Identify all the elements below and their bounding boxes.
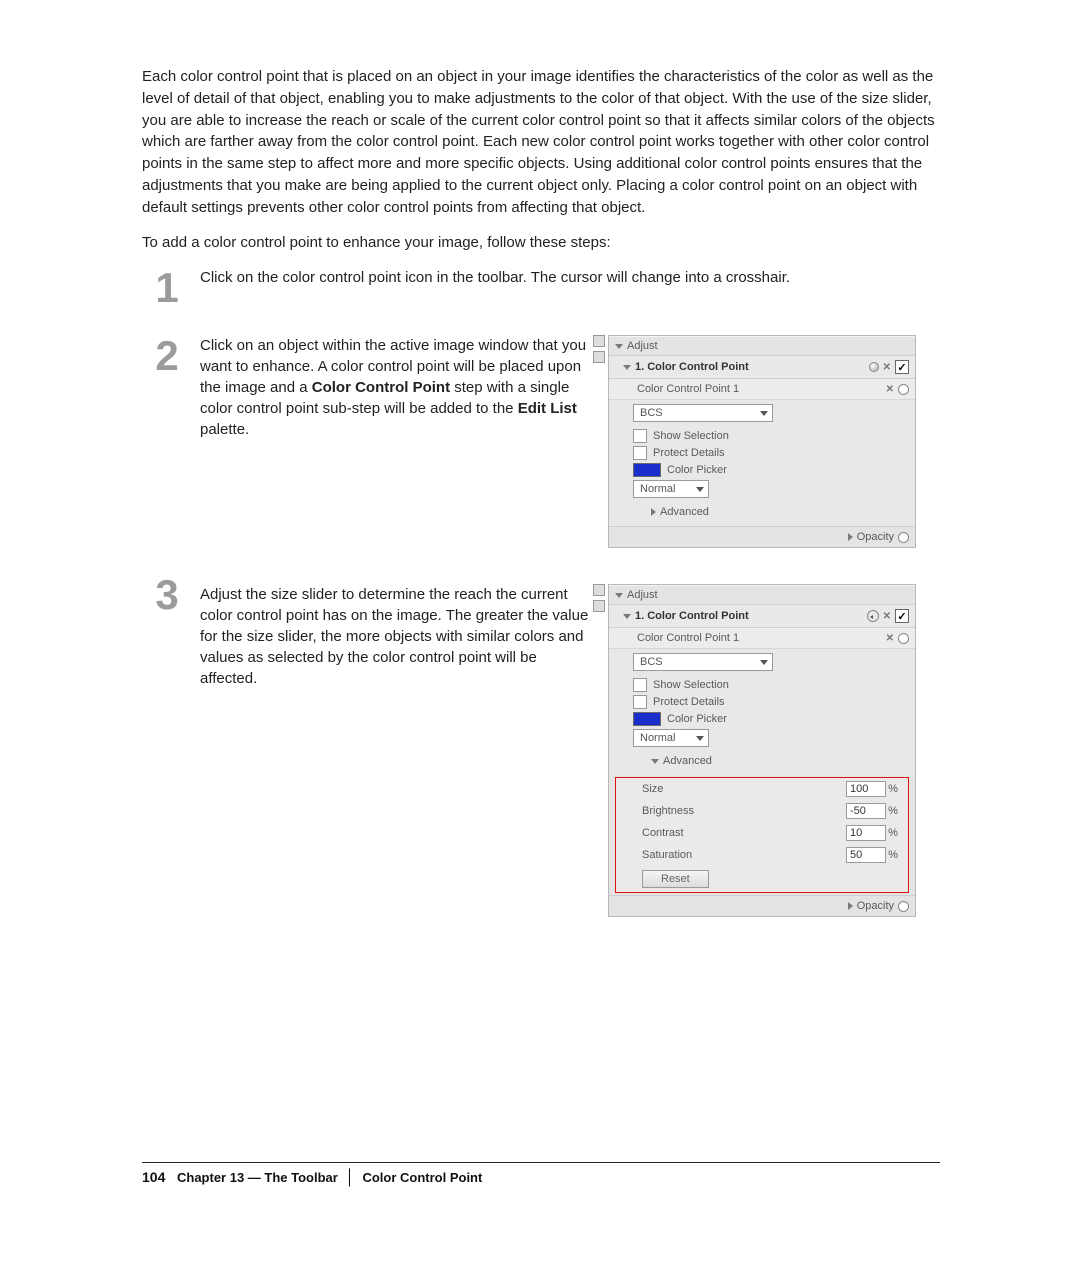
substep-radio-icon[interactable] — [898, 384, 909, 395]
brightness-input[interactable] — [846, 803, 886, 819]
substep-header[interactable]: Color Control Point 1 ✕ — [609, 379, 915, 400]
opacity-row[interactable]: Opacity — [609, 895, 915, 916]
mode-dropdown[interactable]: BCS — [633, 404, 773, 422]
disclosure-triangle-icon — [848, 533, 853, 541]
step-2: 2 Click on an object within the active i… — [142, 335, 940, 548]
step-text: Click on the color control point icon in… — [200, 267, 790, 288]
step-3: 3 Adjust the size slider to determine th… — [142, 574, 940, 917]
disclosure-triangle-icon — [651, 508, 656, 516]
palette-tab-icon — [593, 335, 605, 347]
disclosure-triangle-icon — [623, 365, 631, 370]
reset-button[interactable]: Reset — [642, 870, 709, 888]
opacity-radio-icon[interactable] — [898, 901, 909, 912]
opacity-radio-icon[interactable] — [898, 532, 909, 543]
caret-down-icon — [696, 736, 704, 741]
step-1: 1 Click on the color control point icon … — [142, 267, 940, 309]
caret-down-icon — [696, 487, 704, 492]
show-selection-checkbox[interactable] — [633, 678, 647, 692]
step-number: 3 — [142, 574, 192, 616]
blend-mode-dropdown[interactable]: Normal — [633, 729, 709, 747]
disclosure-triangle-icon — [848, 902, 853, 910]
protect-details-checkbox[interactable] — [633, 446, 647, 460]
color-swatch[interactable] — [633, 712, 661, 726]
advanced-sliders-highlight: Size % Brightness % Contrast % — [615, 777, 909, 893]
palette-tab-icon — [593, 351, 605, 363]
brightness-slider-row[interactable]: Brightness % — [616, 800, 908, 822]
step-text: Click on an object within the active ima… — [200, 335, 590, 440]
caret-down-icon — [760, 411, 768, 416]
delete-icon[interactable]: ✕ — [886, 633, 894, 644]
opacity-row[interactable]: Opacity — [609, 526, 915, 547]
caret-down-icon — [760, 660, 768, 665]
contrast-input[interactable] — [846, 825, 886, 841]
steps-list: 1 Click on the color control point icon … — [142, 267, 940, 917]
intro-paragraph: Each color control point that is placed … — [142, 66, 940, 218]
contrast-slider-row[interactable]: Contrast % — [616, 822, 908, 844]
adjust-section-header[interactable]: Adjust — [609, 585, 915, 605]
section-label: Color Control Point — [362, 1170, 482, 1185]
undo-icon[interactable] — [867, 610, 879, 622]
advanced-toggle[interactable]: Advanced — [633, 751, 915, 771]
panel-screenshot-step3: Adjust 1. Color Control Point ✕ ✓ Color … — [608, 584, 916, 917]
substep-body: BCS Show Selection Protect Details Color… — [609, 649, 915, 775]
page-number: 104 — [142, 1169, 165, 1185]
enable-step-checkbox[interactable]: ✓ — [895, 360, 909, 374]
disclosure-triangle-icon — [615, 344, 623, 349]
step-number: 2 — [142, 335, 192, 377]
step-text: Adjust the size slider to determine the … — [200, 584, 590, 689]
disclosure-triangle-icon — [623, 614, 631, 619]
delete-icon[interactable]: ✕ — [883, 362, 891, 373]
blend-mode-dropdown[interactable]: Normal — [633, 480, 709, 498]
palette-tab-icon — [593, 600, 605, 612]
mode-dropdown[interactable]: BCS — [633, 653, 773, 671]
step-number: 1 — [142, 267, 192, 309]
advanced-toggle[interactable]: Advanced — [633, 502, 915, 522]
saturation-slider-row[interactable]: Saturation % — [616, 844, 908, 866]
status-dot-icon — [869, 362, 879, 372]
chapter-label: Chapter 13 — The Toolbar — [177, 1170, 338, 1185]
size-input[interactable] — [846, 781, 886, 797]
disclosure-triangle-icon — [651, 759, 659, 764]
saturation-input[interactable] — [846, 847, 886, 863]
protect-details-checkbox[interactable] — [633, 695, 647, 709]
adjust-section-header[interactable]: Adjust — [609, 336, 915, 356]
substep-radio-icon[interactable] — [898, 633, 909, 644]
disclosure-triangle-icon — [615, 593, 623, 598]
panel-screenshot-step2: Adjust 1. Color Control Point ✕ ✓ Color … — [608, 335, 916, 548]
show-selection-checkbox[interactable] — [633, 429, 647, 443]
color-control-point-step-header[interactable]: 1. Color Control Point ✕ ✓ — [609, 356, 915, 379]
page-footer: 104 Chapter 13 — The Toolbar │ Color Con… — [142, 1162, 940, 1186]
substep-header[interactable]: Color Control Point 1 ✕ — [609, 628, 915, 649]
color-control-point-step-header[interactable]: 1. Color Control Point ✕ ✓ — [609, 605, 915, 628]
substep-body: BCS Show Selection Protect Details Color… — [609, 400, 915, 526]
delete-icon[interactable]: ✕ — [883, 611, 891, 622]
enable-step-checkbox[interactable]: ✓ — [895, 609, 909, 623]
palette-tab-icon — [593, 584, 605, 596]
lead-sentence: To add a color control point to enhance … — [142, 234, 940, 251]
size-slider-row[interactable]: Size % — [616, 778, 908, 800]
delete-icon[interactable]: ✕ — [886, 384, 894, 395]
color-swatch[interactable] — [633, 463, 661, 477]
